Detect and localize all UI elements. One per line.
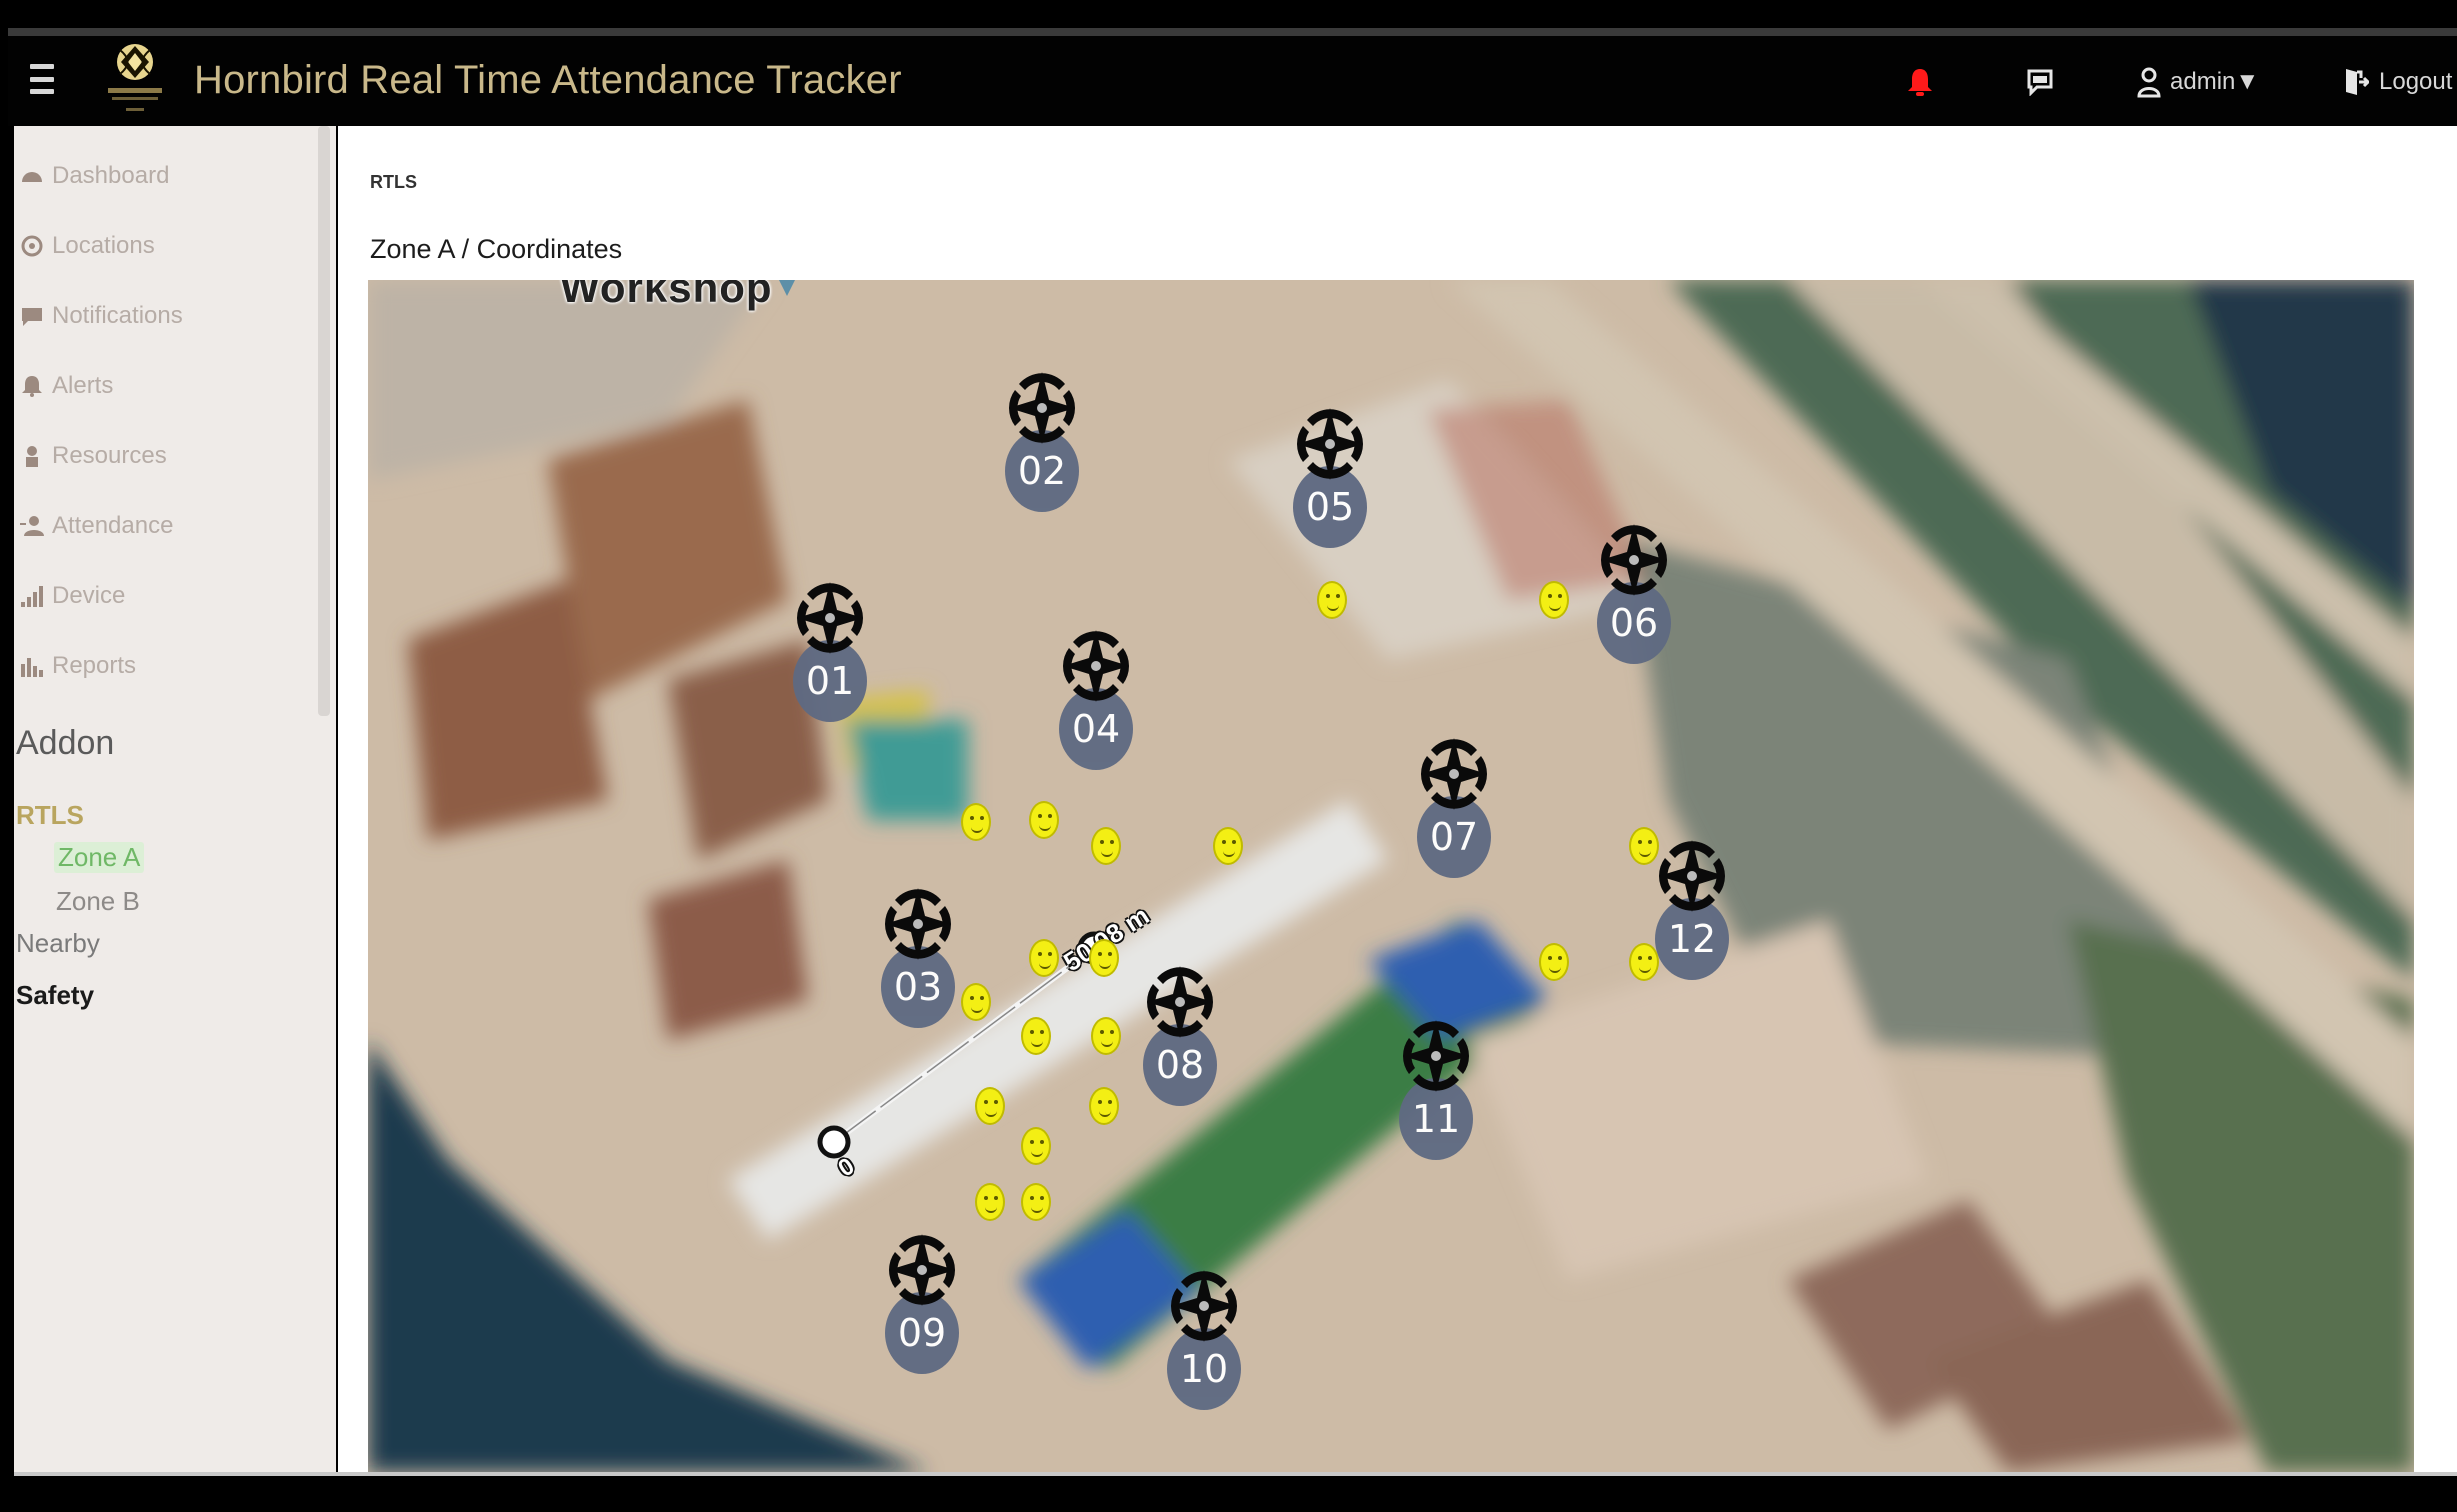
hamburger-menu-icon[interactable] [30,64,54,94]
attendance-icon [20,516,44,536]
sidebar-item-locations[interactable]: Locations [20,232,155,260]
app-title: Hornbird Real Time Attendance Tracker [194,58,902,102]
sidebar-item-label: Dashboard [52,162,170,189]
addon-section-title: Addon [16,724,115,762]
person-tag-smiley-icon[interactable] [1021,1127,1051,1165]
browser-top-border [8,28,2457,36]
compass-anchor-icon [1295,406,1365,486]
compass-anchor-icon [1657,838,1727,918]
person-tag-smiley-icon[interactable] [1317,581,1347,619]
anchor-marker[interactable]: 01 [787,580,873,726]
person-tag-smiley-icon[interactable] [961,983,991,1021]
page-title: Zone A / Coordinates [370,234,623,264]
sidebar-item-label: Device [52,582,126,609]
resources-icon [26,446,38,467]
person-tag-smiley-icon[interactable] [1021,1017,1051,1055]
alarm-bell-icon [1908,69,1932,96]
sidebar-item-label: Reports [52,652,137,679]
person-tag-smiley-icon[interactable] [975,1183,1005,1221]
compass-anchor-icon [795,580,865,660]
sidebar-item-label: Alerts [52,372,114,399]
compass-anchor-icon [883,886,953,966]
compass-anchor-icon [1061,628,1131,708]
user-name-label: admin▼ [2170,68,2260,95]
notifications-icon [22,308,42,326]
sidebar-item-label: Resources [52,442,167,469]
breadcrumb[interactable]: RTLS [370,172,417,193]
anchor-marker[interactable]: 07 [1411,736,1497,882]
person-tag-smiley-icon[interactable] [1091,827,1121,865]
person-tag-smiley-icon[interactable] [1539,581,1569,619]
compass-anchor-icon [1007,370,1077,450]
person-tag-smiley-icon[interactable] [1029,939,1059,977]
sidebar-item-nearby[interactable]: Nearby [16,928,100,959]
person-tag-smiley-icon[interactable] [1213,827,1243,865]
hornbird-logo [108,44,162,111]
user-icon [2137,67,2161,98]
sidebar-scrollbar[interactable] [318,126,330,716]
anchor-marker[interactable]: 06 [1591,522,1677,668]
sidebar-item-zone-a[interactable]: Zone A [54,842,145,873]
logout-label: Logout [2379,68,2453,95]
compass-anchor-icon [1401,1018,1471,1098]
person-tag-smiley-icon[interactable] [1089,1087,1119,1125]
person-tag-smiley-icon[interactable] [1021,1183,1051,1221]
anchor-marker[interactable]: 09 [879,1232,965,1378]
person-tag-smiley-icon[interactable] [1539,943,1569,981]
locations-icon [21,235,43,257]
sidebar-item-zone-b[interactable]: Zone B [56,886,140,917]
person-tag-smiley-icon[interactable] [1089,939,1119,977]
logout-button[interactable]: Logout [2343,66,2452,98]
sidebar-item-rtls[interactable]: RTLS [16,800,84,831]
anchor-marker[interactable]: 05 [1287,406,1373,552]
person-tag-smiley-icon[interactable] [975,1087,1005,1125]
page-bottom-bar [0,1476,2457,1512]
anchor-marker[interactable]: 12 [1649,838,1735,984]
compass-anchor-icon [1169,1268,1239,1348]
anchor-marker[interactable]: 04 [1053,628,1139,774]
signal-icon [21,586,43,607]
anchor-marker[interactable]: 03 [875,886,961,1032]
sidebar-item-label: Attendance [52,512,174,539]
compass-anchor-icon [887,1232,957,1312]
app-header: Hornbird Real Time Attendance Tracker ad… [8,36,2457,126]
person-tag-smiley-icon[interactable] [1629,943,1659,981]
dashboard-icon [22,172,42,182]
logout-icon [2346,69,2369,95]
sidebar-item-notifications[interactable]: Notifications [20,302,183,330]
map-place-label: Workshop [560,280,773,311]
messages-button[interactable] [2026,66,2054,98]
bar-chart-icon [21,658,43,677]
alarm-button[interactable] [1906,66,1934,98]
chat-icon [2027,69,2053,96]
person-tag-smiley-icon[interactable] [961,803,991,841]
compass-anchor-icon [1145,964,1215,1044]
person-tag-smiley-icon[interactable] [1629,827,1659,865]
satellite-map[interactable]: Workshop 50.08 m 0 010203040506070809101… [368,280,2414,1472]
bell-icon [22,376,42,397]
sidebar-item-dashboard[interactable]: Dashboard [20,162,169,190]
map-imagery [368,280,2414,1472]
person-tag-smiley-icon[interactable] [1029,801,1059,839]
map-pin-icon [779,280,795,296]
app-window: Hornbird Real Time Attendance Tracker ad… [0,0,2457,1512]
anchor-marker[interactable]: 08 [1137,964,1223,1110]
sidebar-item-alerts[interactable]: Alerts [20,372,113,400]
sidebar-item-resources[interactable]: Resources [20,442,167,470]
sidebar-item-attendance[interactable]: Attendance [20,512,173,540]
sidebar-item-label: Locations [52,232,155,259]
sidebar-item-label: Notifications [52,302,183,329]
sidebar-item-reports[interactable]: Reports [20,652,136,680]
sidebar-item-safety[interactable]: Safety [16,980,94,1011]
compass-anchor-icon [1599,522,1669,602]
anchor-marker[interactable]: 11 [1393,1018,1479,1164]
anchor-marker[interactable]: 02 [999,370,1085,516]
sidebar-item-device[interactable]: Device [20,582,125,610]
user-menu[interactable]: admin▼ [2136,66,2259,98]
person-tag-smiley-icon[interactable] [1091,1017,1121,1055]
anchor-marker[interactable]: 10 [1161,1268,1247,1414]
compass-anchor-icon [1419,736,1489,816]
